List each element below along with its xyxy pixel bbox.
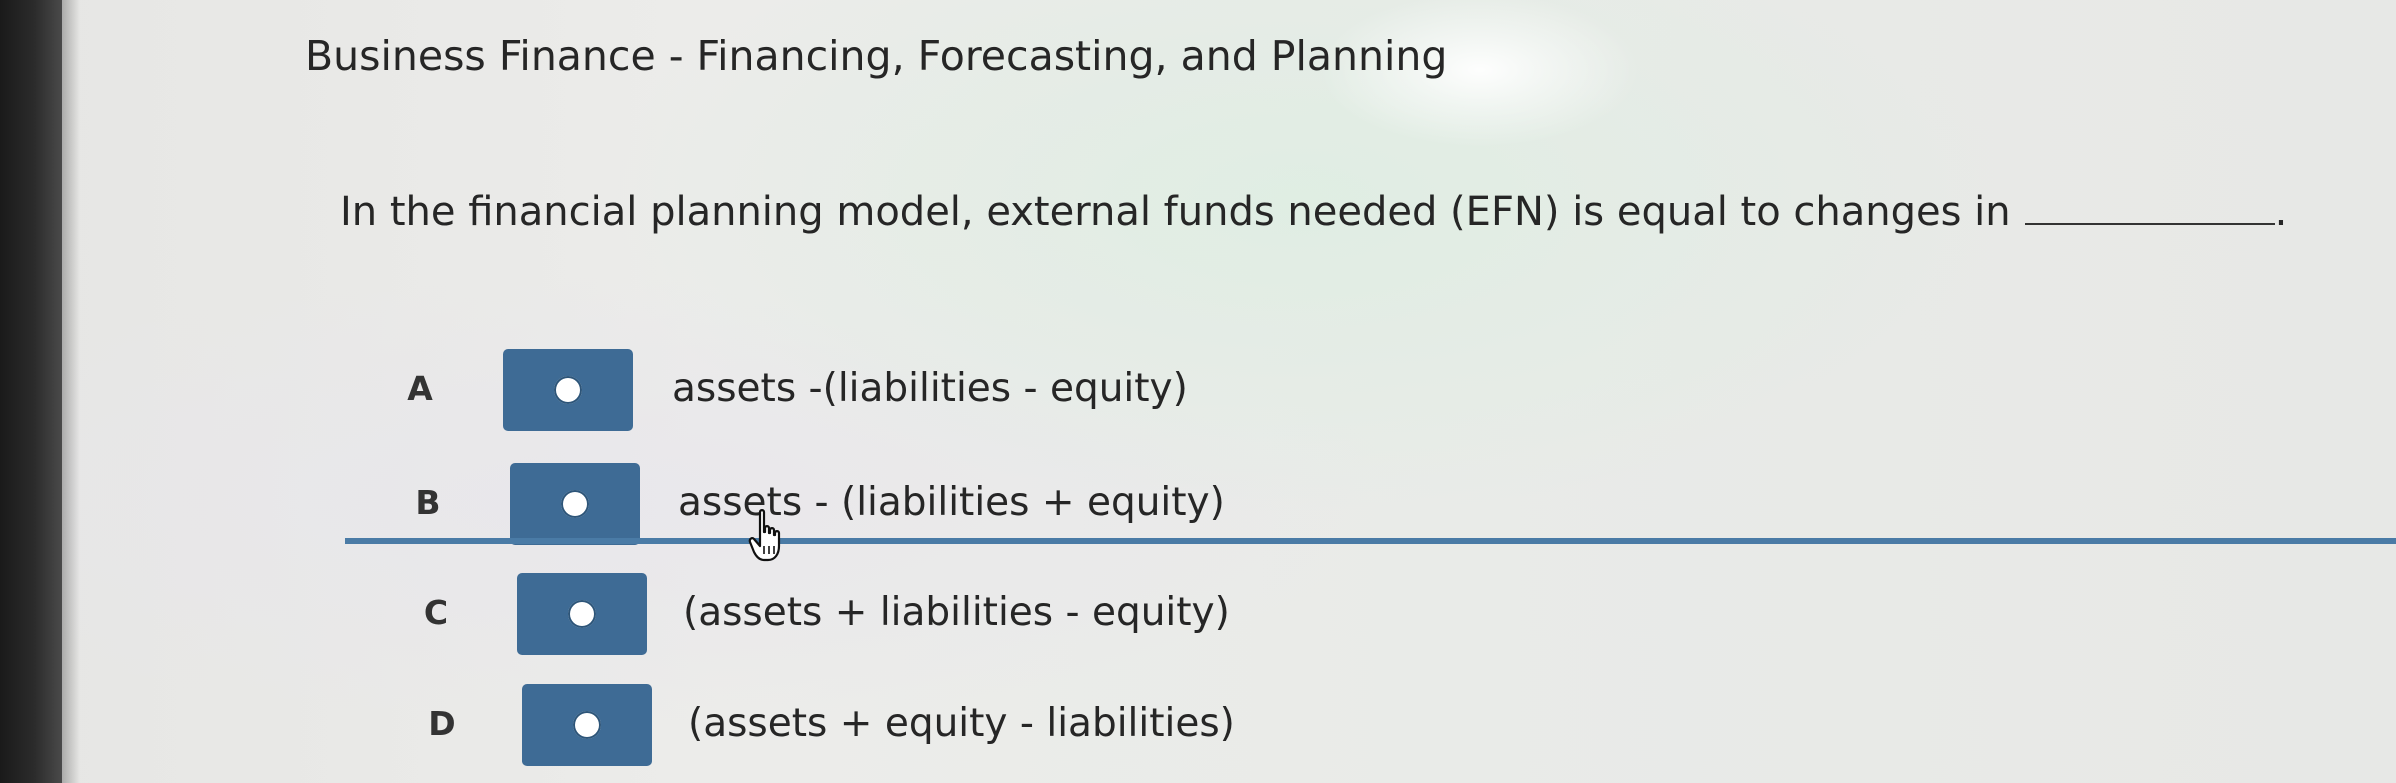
option-text: (assets + equity - liabilities)	[688, 701, 1235, 746]
radio-circle-icon	[573, 711, 601, 739]
radio-circle-icon	[561, 490, 589, 518]
answer-options: A assets -(liabilities - equity) B asset…	[0, 0, 2396, 783]
screen: { "header": { "title": "Business Finance…	[0, 0, 2396, 783]
option-letter: D	[428, 704, 456, 743]
option-text: (assets + liabilities - equity)	[683, 590, 1230, 635]
option-c[interactable]: C (assets + liabilities - equity)	[416, 573, 1316, 655]
radio-button-b[interactable]	[510, 463, 640, 545]
radio-circle-icon	[568, 600, 596, 628]
radio-circle-icon	[554, 376, 582, 404]
option-a[interactable]: A assets -(liabilities - equity)	[400, 349, 1300, 431]
radio-button-d[interactable]	[522, 684, 652, 766]
option-d[interactable]: D (assets + equity - liabilities)	[422, 684, 1322, 766]
option-text: assets -(liabilities - equity)	[672, 366, 1188, 411]
option-letter: C	[423, 593, 449, 632]
divider	[345, 538, 2396, 544]
option-b[interactable]: B assets - (liabilities + equity)	[408, 463, 1308, 545]
radio-button-c[interactable]	[517, 573, 647, 655]
option-letter: B	[415, 483, 441, 522]
hand-pointer-icon	[748, 509, 781, 562]
radio-button-a[interactable]	[503, 349, 633, 431]
option-letter: A	[407, 369, 433, 408]
